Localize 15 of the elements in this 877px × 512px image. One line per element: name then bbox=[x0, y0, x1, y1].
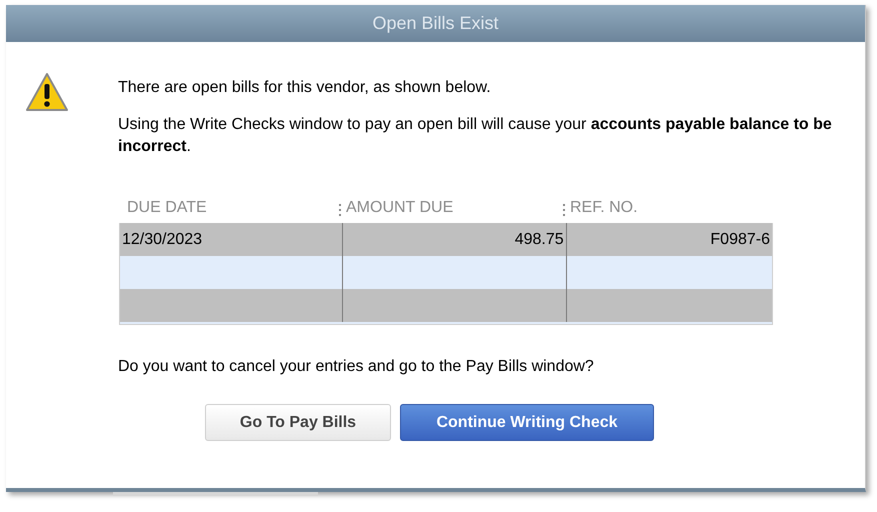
question-text: Do you want to cancel your entries and go to the Pay Bills window? bbox=[118, 357, 595, 377]
continue-button[interactable]: Continue Writing Check bbox=[400, 404, 654, 441]
message-text: There are open bills for this vendor, as shown below. bbox=[118, 78, 492, 98]
column-header[interactable]: REF. NO. bbox=[570, 196, 638, 220]
column-header[interactable]: AMOUNT DUE bbox=[346, 196, 454, 220]
column-header[interactable]: DUE DATE bbox=[119, 196, 207, 220]
pay-bills-button[interactable]: Go To Pay Bills bbox=[205, 404, 391, 441]
warning-text: Using the Write Checks window to pay an open bill will cause your accounts payable balance to be incorrect. bbox=[118, 115, 833, 157]
window-title: Open Bills Exist bbox=[372, 12, 499, 35]
column-resize-icon[interactable] bbox=[337, 203, 343, 217]
column-resize-icon[interactable] bbox=[561, 203, 567, 217]
table-cell-text: 12/30/2023 bbox=[122, 230, 202, 250]
table-cell-text: 498.75 bbox=[514, 230, 564, 250]
warning-icon bbox=[25, 72, 69, 114]
table-cell-text: F0987-6 bbox=[710, 230, 770, 250]
